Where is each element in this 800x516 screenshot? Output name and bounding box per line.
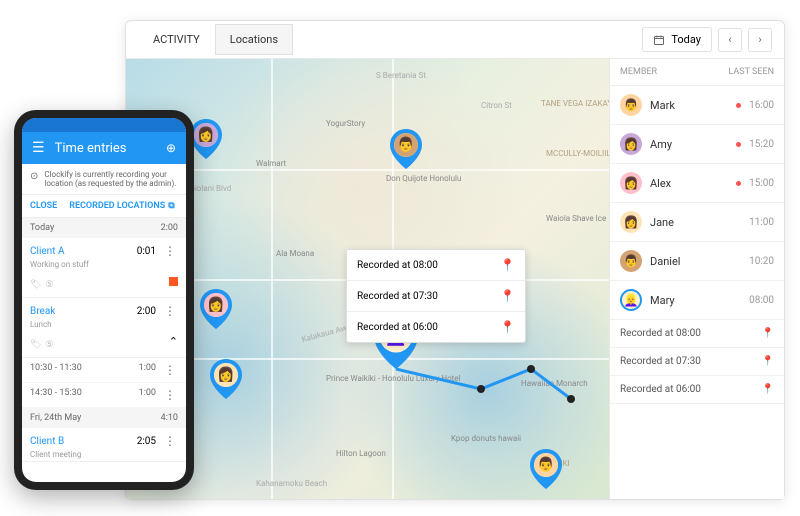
map-label: S Beretania St: [376, 71, 426, 80]
map-label: Kahanamoku Beach: [256, 479, 327, 488]
sub-entry[interactable]: 14:30 - 15:301:00⋮: [22, 383, 186, 408]
map-label: Walmart: [256, 159, 286, 168]
map[interactable]: YogurStory Walmart Don Quijote Honolulu …: [126, 59, 609, 499]
stop-button[interactable]: [169, 277, 178, 286]
location-pin-icon: 📍: [500, 320, 515, 334]
more-icon[interactable]: ⋮: [162, 304, 178, 318]
map-label: Kpop donuts hawaii: [451, 434, 521, 443]
live-indicator: [736, 103, 741, 108]
member-row[interactable]: 👱‍♀️Mary08:00: [610, 281, 784, 320]
date-nav: Today ‹ ›: [642, 27, 772, 52]
map-label: TANE VEGA IZAKAY: [541, 99, 609, 108]
map-label: Waiola Shave Ice: [546, 214, 606, 223]
recorded-row[interactable]: Recorded at 06:00📍: [610, 376, 784, 404]
location-pin-icon: 📍: [500, 258, 515, 272]
member-row[interactable]: 👨Mark16:00: [610, 86, 784, 125]
col-lastseen[interactable]: LAST SEEN: [728, 67, 774, 77]
map-pin-member[interactable]: 👩: [190, 119, 222, 159]
crosshair-icon: ⊙: [30, 171, 38, 182]
avatar: 👨: [620, 94, 642, 116]
live-indicator: [736, 142, 741, 147]
members-sidebar: MEMBER LAST SEEN 👨Mark16:00 👩Amy15:20 👩A…: [609, 59, 784, 499]
map-label: Hawaiian Monarch: [521, 379, 588, 388]
notice-text: Clockify is currently recording your loc…: [44, 170, 178, 188]
tab-locations[interactable]: Locations: [215, 24, 293, 55]
section-fri: Fri, 24th May4:10: [22, 408, 186, 428]
close-button[interactable]: CLOSE: [30, 201, 57, 211]
more-icon[interactable]: ⋮: [162, 434, 178, 448]
recorded-row[interactable]: Recorded at 08:00📍: [610, 320, 784, 348]
location-pin-icon: 📍: [762, 356, 774, 367]
time-entry[interactable]: Client A0:01⋮ Working on stuff 🏷 ⑤: [22, 238, 186, 298]
recorded-locations-button[interactable]: RECORDED LOCATIONS ⧉: [69, 201, 174, 211]
location-pin-icon: 📍: [500, 289, 515, 303]
top-bar: ACTIVITY Locations Today ‹ ›: [126, 21, 784, 59]
phone-frame: ☰ Time entries ⊕ ⊙ Clockify is currently…: [14, 110, 194, 490]
map-label: Don Quijote Honolulu: [386, 174, 461, 183]
popup-row[interactable]: Recorded at 07:30📍: [347, 281, 525, 312]
map-label: Citron St: [481, 101, 512, 110]
recorded-row[interactable]: Recorded at 07:30📍: [610, 348, 784, 376]
avatar: 👨: [620, 250, 642, 272]
sidebar-header: MEMBER LAST SEEN: [610, 59, 784, 86]
browser-body: YogurStory Walmart Don Quijote Honolulu …: [126, 59, 784, 499]
popup-row[interactable]: Recorded at 06:00📍: [347, 312, 525, 342]
page-title: Time entries: [55, 141, 156, 156]
status-bar: [22, 118, 186, 132]
location-notice: ⊙ Clockify is currently recording your l…: [22, 164, 186, 195]
location-pin-icon: 📍: [762, 328, 774, 339]
map-label: Hilton Lagoon: [336, 449, 386, 458]
tag-icon: 🏷: [30, 340, 41, 350]
map-label: YogurStory: [326, 119, 365, 128]
avatar: 👩: [620, 211, 642, 233]
prev-day-button[interactable]: ‹: [718, 28, 742, 52]
map-pin-member[interactable]: 👩: [200, 289, 232, 329]
location-history-popup: Recorded at 08:00📍 Recorded at 07:30📍 Re…: [346, 249, 526, 343]
member-row[interactable]: 👩Jane11:00: [610, 203, 784, 242]
notice-actions: CLOSE RECORDED LOCATIONS ⧉: [22, 195, 186, 218]
section-today: Today2:00: [22, 218, 186, 238]
more-icon[interactable]: ⋮: [162, 363, 178, 377]
member-row[interactable]: 👩Amy15:20: [610, 125, 784, 164]
time-entry[interactable]: Break2:00⋮ Lunch 🏷 ⑤⌃: [22, 298, 186, 358]
tag-icon: 🏷: [30, 280, 41, 290]
tab-activity[interactable]: ACTIVITY: [138, 24, 215, 55]
time-entry[interactable]: Client B2:05⋮ Client meeting: [22, 428, 186, 462]
app-bar: ☰ Time entries ⊕: [22, 132, 186, 164]
open-external-icon: ⧉: [168, 201, 174, 211]
avatar: 👩: [620, 172, 642, 194]
chevron-up-icon[interactable]: ⌃: [169, 335, 178, 348]
live-indicator: [736, 181, 741, 186]
popup-row[interactable]: Recorded at 08:00📍: [347, 250, 525, 281]
web-app-window: ACTIVITY Locations Today ‹ › YogurStory …: [125, 20, 785, 500]
menu-icon[interactable]: ☰: [32, 140, 45, 156]
location-pin-icon: 📍: [762, 384, 774, 395]
date-picker[interactable]: Today: [642, 27, 712, 52]
map-label: MCCULLY-MOILIILI: [546, 149, 609, 158]
phone-screen: ☰ Time entries ⊕ ⊙ Clockify is currently…: [22, 118, 186, 482]
avatar: 👩: [620, 133, 642, 155]
tabs: ACTIVITY Locations: [138, 24, 293, 55]
col-member[interactable]: MEMBER: [620, 67, 657, 77]
next-day-button[interactable]: ›: [748, 28, 772, 52]
member-row[interactable]: 👨Daniel10:20: [610, 242, 784, 281]
map-pin-member[interactable]: 👩: [210, 359, 242, 399]
map-pin-member[interactable]: 👨: [390, 129, 422, 169]
sub-entry[interactable]: 10:30 - 11:301:00⋮: [22, 358, 186, 383]
member-row[interactable]: 👩Alex15:00: [610, 164, 784, 203]
more-icon[interactable]: ⋮: [162, 244, 178, 258]
map-label: Ala Moana: [276, 249, 314, 258]
map-label: Prince Waikiki - Honolulu Luxury Hotel: [326, 374, 460, 383]
map-pin-member[interactable]: 👨: [530, 449, 562, 489]
calendar-icon: [653, 34, 665, 46]
dollar-icon: ⑤: [45, 340, 53, 350]
date-label: Today: [671, 33, 701, 46]
avatar: 👱‍♀️: [620, 289, 642, 311]
dollar-icon: ⑤: [45, 280, 53, 290]
gps-icon[interactable]: ⊕: [166, 141, 176, 155]
more-icon[interactable]: ⋮: [162, 388, 178, 402]
